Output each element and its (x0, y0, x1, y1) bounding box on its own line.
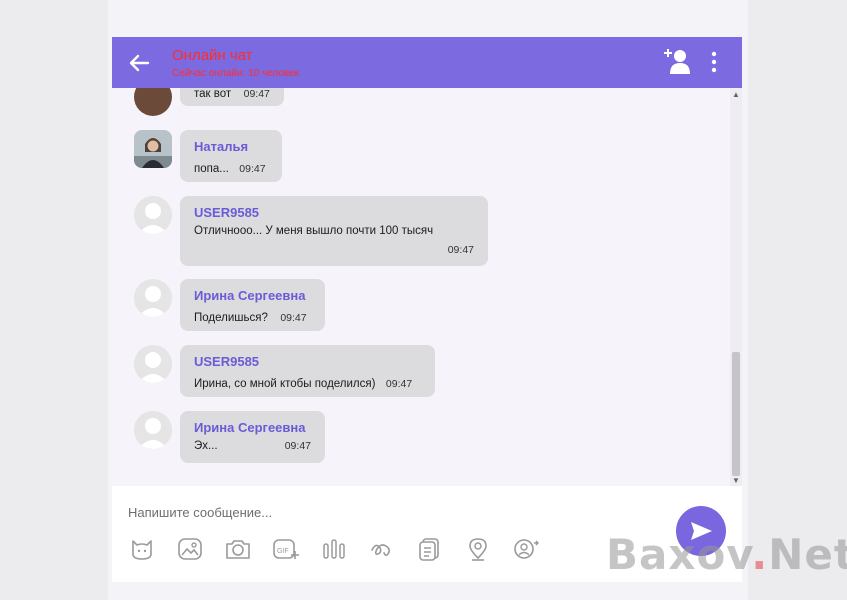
svg-text:GIF: GIF (277, 548, 289, 555)
sticker-icon[interactable] (128, 536, 156, 562)
online-status: Сейчас онлайн: 10 человек (172, 68, 300, 79)
camera-icon[interactable] (224, 536, 252, 562)
scroll-down-icon[interactable]: ▼ (732, 476, 740, 485)
message-bubble: Ирина Сергеевна Эх... 09:47 (180, 411, 325, 463)
chat-header: Онлайн чат Сейчас онлайн: 10 человек (112, 37, 742, 88)
message-text: попа... (194, 163, 229, 175)
message-text: Поделишься? (194, 312, 268, 324)
message-author[interactable]: Ирина Сергеевна (194, 420, 305, 435)
message-bubble: Наталья попа... 09:47 (180, 130, 282, 182)
message-time: 09:47 (447, 244, 474, 256)
message-bubble: так вот 09:47 (180, 88, 284, 106)
message-time: 09:47 (284, 440, 311, 452)
message-author[interactable]: Ирина Сергеевна (194, 288, 305, 303)
message-time: 09:47 (239, 163, 266, 175)
message-time: 09:47 (243, 88, 270, 100)
message-author[interactable]: Наталья (194, 139, 248, 154)
gif-icon[interactable]: GIF (272, 536, 300, 562)
message-text: Ирина, со мной ктобы поделился) (194, 378, 376, 390)
message-bubble: USER9585 Отличнооо... У меня вышло почти… (180, 196, 488, 266)
message-text: Отличнооо... У меня вышло почти 100 тыся… (194, 225, 434, 237)
watermark-left: Baxov (606, 530, 752, 579)
watermark-dot: . (751, 530, 769, 579)
message-text: Эх... (194, 440, 218, 452)
chat-title: Онлайн чат (172, 47, 253, 64)
more-options-icon[interactable] (704, 51, 724, 73)
contact-icon[interactable] (512, 536, 540, 562)
watermark: Baxov.Net (606, 530, 847, 579)
avatar (134, 130, 172, 168)
avatar (134, 345, 172, 383)
avatar (134, 88, 172, 116)
add-user-icon[interactable] (664, 47, 690, 75)
message-time: 09:47 (385, 378, 413, 390)
image-icon[interactable] (176, 536, 204, 562)
default-avatar-icon (134, 196, 172, 234)
message-bubble: Ирина Сергеевна Поделишься? 09:47 (180, 279, 325, 331)
scroll-up-icon[interactable]: ▲ (732, 90, 740, 99)
watermark-right: Net (768, 530, 847, 579)
avatar (134, 279, 172, 317)
avatar (134, 411, 172, 449)
message-author[interactable]: USER9585 (194, 354, 259, 369)
file-icon[interactable] (416, 536, 444, 562)
message-list[interactable]: так вот 09:47 Наталья попа... 09:47 USER… (112, 88, 730, 486)
message-author[interactable]: USER9585 (194, 205, 259, 220)
avatar (134, 196, 172, 234)
scrollbar-thumb[interactable] (732, 352, 740, 476)
audio-icon[interactable] (320, 536, 348, 562)
message-bubble: USER9585 Ирина, со мной ктобы поделился)… (180, 345, 435, 397)
back-arrow-icon[interactable] (126, 49, 154, 77)
location-icon[interactable] (464, 536, 492, 562)
doodle-icon[interactable] (368, 536, 396, 562)
message-text: так вот (194, 88, 232, 100)
message-time: 09:47 (280, 312, 307, 324)
message-input[interactable] (128, 500, 628, 524)
